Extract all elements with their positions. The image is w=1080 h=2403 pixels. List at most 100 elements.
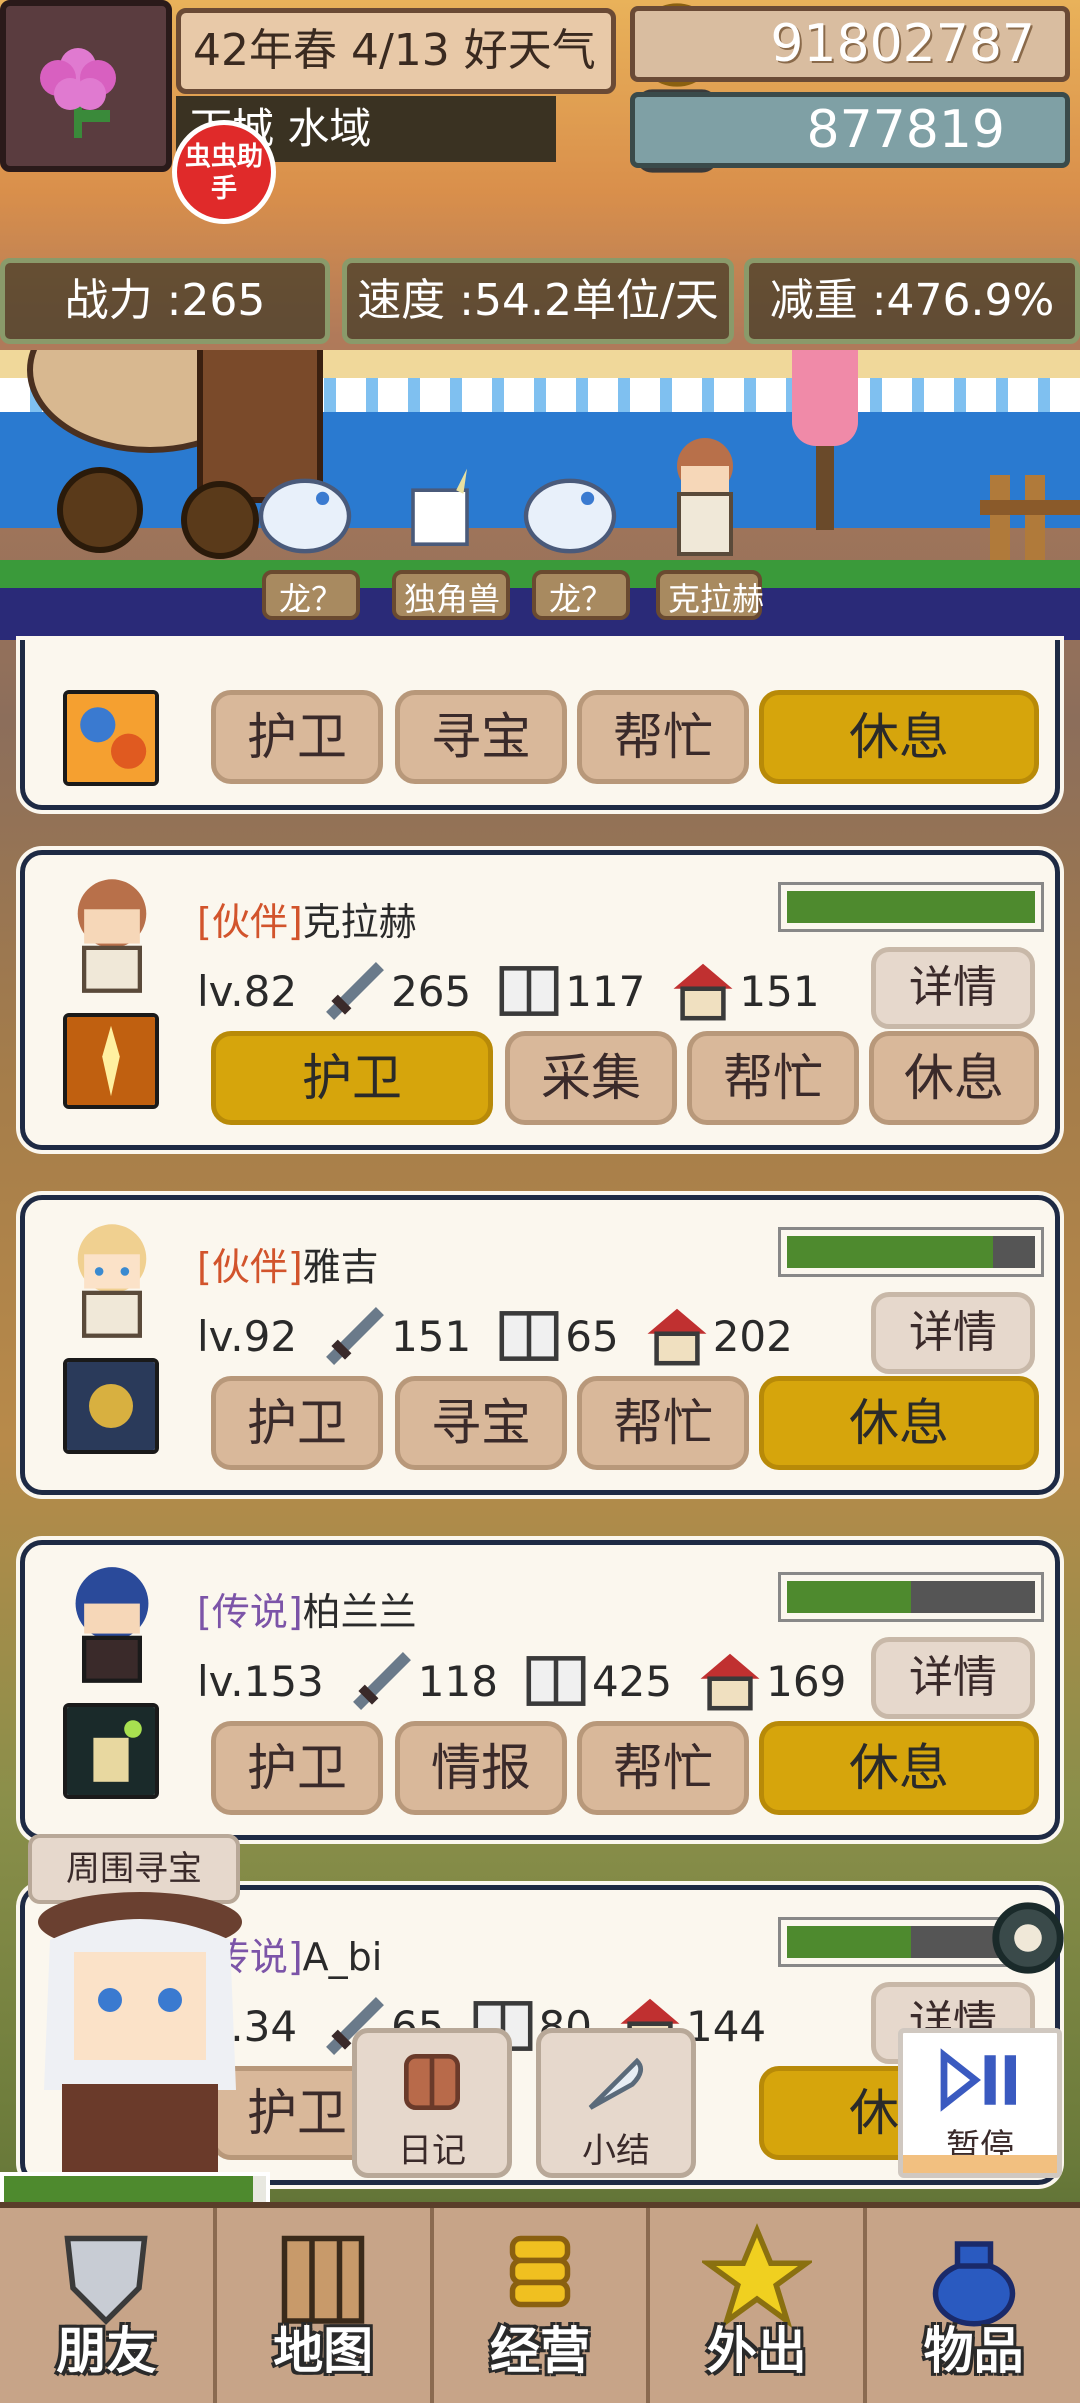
nav-label: 地图 (273, 2322, 374, 2380)
level-text: lv.153 (197, 1656, 324, 1706)
home-value: 144 (685, 2001, 767, 2051)
companion-card-partial: 护卫 寻宝 帮忙 休息 (20, 640, 1060, 810)
help-button[interactable]: 帮忙 (577, 1721, 749, 1815)
companion-name: [传说]柏兰兰 (197, 1581, 417, 1636)
guard-button[interactable]: 护卫 (211, 1031, 493, 1125)
skill-icon (63, 690, 159, 786)
portrait-icon (77, 879, 147, 993)
portrait-icon (75, 1567, 149, 1683)
hp-fill (787, 891, 1035, 923)
rank-tag: [伙伴] (197, 1245, 303, 1289)
nav-items[interactable]: 物品 (867, 2208, 1080, 2403)
home-value: 202 (712, 1311, 793, 1361)
book-icon (526, 1656, 586, 1706)
diary-button[interactable]: 日记 (352, 2028, 512, 2178)
intel-button[interactable]: 情报 (395, 1721, 567, 1815)
stats-line: lv.153 118 425 169 (197, 1651, 846, 1711)
treasure-button[interactable]: 寻宝 (395, 690, 567, 784)
skill-icon (63, 1013, 159, 1109)
name-text: 克拉赫 (302, 900, 417, 944)
book-icon (499, 1311, 559, 1361)
gather-button[interactable]: 采集 (505, 1031, 677, 1125)
summary-label: 小结 (582, 2131, 650, 2171)
silver-amount: 877819 (630, 92, 1070, 168)
party-label: 克拉赫 (656, 570, 764, 620)
date-weather: 42年春 4/13 好天气 (176, 8, 616, 94)
attack-value: 265 (391, 966, 472, 1016)
nav-label: 外出 (706, 2322, 807, 2380)
skill-icon (63, 1358, 159, 1454)
blossom-tree (792, 350, 858, 530)
sword-icon (326, 962, 385, 1020)
detail-button[interactable]: 详情 (871, 947, 1035, 1029)
detail-button[interactable]: 详情 (871, 1637, 1035, 1719)
portrait-icon (77, 1224, 147, 1338)
party-label: 龙？ (262, 570, 360, 620)
rank-tag: [传说] (197, 1590, 303, 1634)
summary-button[interactable]: 小结 (536, 2028, 696, 2178)
hp-bar (778, 882, 1044, 932)
speed-stat: 速度 :54.2单位/天 (342, 258, 734, 344)
nav-friends[interactable]: 朋友 (0, 2208, 217, 2403)
help-button[interactable]: 帮忙 (687, 1031, 859, 1125)
play-pause-icon (940, 2048, 1016, 2112)
power-stat: 战力 :265 (0, 258, 330, 344)
gear-icon[interactable] (982, 1892, 1074, 1984)
attack-value: 151 (391, 1311, 472, 1361)
unicorn-sprite (411, 468, 469, 546)
house-icon (647, 1308, 707, 1366)
skill-icon (63, 1703, 159, 1799)
sword-icon (326, 1307, 385, 1365)
sword-icon (352, 1652, 411, 1710)
hero-sprite (677, 438, 733, 556)
wisdom-value: 117 (565, 966, 646, 1016)
guard-button[interactable]: 护卫 (211, 1721, 383, 1815)
hp-fill (787, 1581, 911, 1613)
nav-map[interactable]: 地图 (217, 2208, 434, 2403)
house-icon (673, 963, 733, 1021)
rest-button[interactable]: 休息 (759, 1721, 1039, 1815)
help-button[interactable]: 帮忙 (577, 690, 749, 784)
rest-button[interactable]: 休息 (759, 1376, 1039, 1470)
bottom-nav: 朋友 地图 经营 外出 物品 (0, 2202, 1080, 2403)
pause-button[interactable]: 暂停 (898, 2028, 1062, 2178)
guard-button[interactable]: 护卫 (211, 1376, 383, 1470)
home-value: 151 (739, 966, 820, 1016)
party-label: 龙？ (532, 570, 630, 620)
dragon-sprite (258, 478, 352, 554)
book-icon (499, 966, 559, 1016)
companion-name: [伙伴]雅吉 (197, 1236, 379, 1291)
wisdom-value: 65 (565, 1311, 619, 1361)
guard-button[interactable]: 护卫 (211, 690, 383, 784)
house-icon (700, 1653, 760, 1711)
level-text: lv.92 (197, 1311, 298, 1361)
feather-icon (588, 2057, 644, 2110)
guide-character (38, 1892, 242, 2180)
hp-fill (787, 1236, 993, 1268)
dragon-sprite (523, 478, 617, 554)
home-value: 169 (766, 1656, 847, 1706)
nav-manage[interactable]: 经营 (434, 2208, 651, 2403)
helper-badge[interactable]: 虫虫助手 (172, 120, 276, 224)
player-avatar[interactable] (0, 0, 172, 172)
name-text: 柏兰兰 (302, 1590, 417, 1634)
party-label: 独角兽 (392, 570, 510, 620)
companion-card: [传说]柏兰兰 lv.153 118 425 169 详情 护卫 情报 帮忙 休… (20, 1540, 1060, 1840)
attack-value: 118 (417, 1656, 498, 1706)
hp-bar (778, 1572, 1044, 1622)
treasure-button[interactable]: 寻宝 (395, 1376, 567, 1470)
diary-label: 日记 (398, 2131, 466, 2171)
gold-amount: 91802787 (630, 6, 1070, 82)
help-button[interactable]: 帮忙 (577, 1376, 749, 1470)
detail-button[interactable]: 详情 (871, 1292, 1035, 1374)
level-text: lv.82 (197, 966, 298, 1016)
nav-label: 经营 (489, 2322, 590, 2380)
rest-button[interactable]: 休息 (759, 690, 1039, 784)
name-text: 雅吉 (302, 1245, 379, 1289)
rest-button[interactable]: 休息 (869, 1031, 1039, 1125)
nav-outing[interactable]: 外出 (650, 2208, 868, 2403)
fence-icon (980, 475, 1080, 560)
flower-icon (40, 48, 116, 138)
hp-fill (787, 1926, 911, 1958)
companion-card: [伙伴]克拉赫 lv.82 265 117 151 详情 护卫 采集 帮忙 休息 (20, 850, 1060, 1150)
